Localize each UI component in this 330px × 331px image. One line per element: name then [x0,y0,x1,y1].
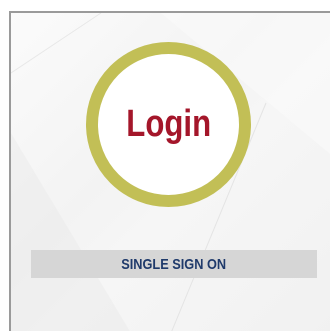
login-button[interactable]: Login [86,42,251,207]
single-sign-on-button[interactable]: SINGLE SIGN ON [31,250,317,278]
login-label: Login [126,102,211,145]
single-sign-on-label: SINGLE SIGN ON [121,255,227,273]
